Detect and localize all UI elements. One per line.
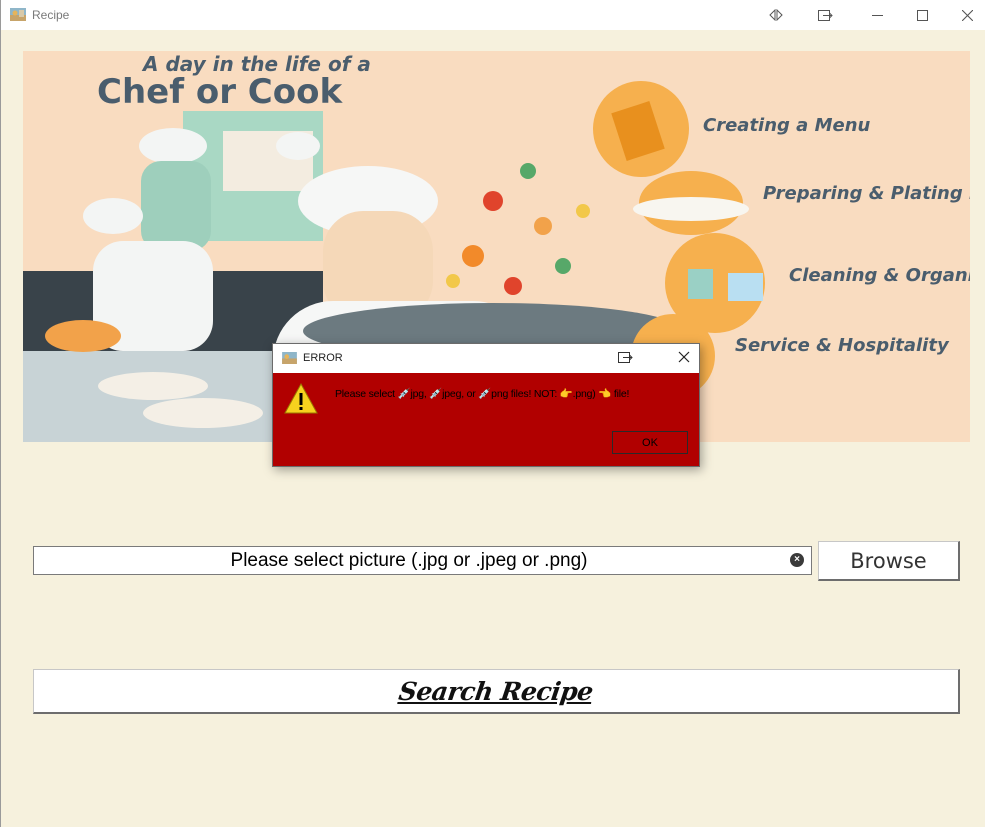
dialog-title: ERROR: [303, 352, 343, 364]
close-button[interactable]: [944, 0, 985, 30]
banner-title: Chef or Cook: [97, 72, 343, 112]
banner-task-4: Service & Hospitality: [735, 335, 950, 356]
banner-task-1: Creating a Menu: [703, 115, 871, 136]
search-recipe-button[interactable]: Search Recipe: [33, 669, 960, 714]
close-icon: [961, 9, 973, 21]
banner-task-2: Preparing & Plating Food: [763, 183, 970, 204]
app-icon: [10, 8, 26, 21]
banner-task-3: Cleaning & Organizing: [789, 265, 970, 286]
window-title: Recipe: [32, 8, 70, 22]
maximize-button[interactable]: [899, 0, 945, 30]
picture-path-field[interactable]: ×: [33, 546, 812, 575]
picture-path-input[interactable]: [34, 547, 784, 574]
dialog-message: Please select 💉jpg, 💉jpeg, or 💉png files…: [335, 388, 630, 400]
minimize-button[interactable]: [854, 0, 900, 30]
app-window: Recipe A day in the life of a Chef or Co…: [0, 0, 985, 827]
browse-button[interactable]: Browse: [818, 541, 960, 581]
maximize-icon: [916, 9, 928, 21]
pin-button[interactable]: [802, 0, 848, 30]
search-recipe-label: Search Recipe: [397, 676, 595, 706]
split-view-button[interactable]: [753, 0, 799, 30]
clear-icon[interactable]: ×: [790, 553, 804, 567]
warning-icon: [284, 382, 318, 414]
split-view-icon: [769, 9, 783, 21]
dialog-app-icon: [282, 352, 297, 364]
pin-icon[interactable]: [618, 352, 633, 363]
ok-button[interactable]: OK: [612, 431, 688, 454]
error-dialog: ERROR Please select 💉jpg, 💉jpeg, or 💉png…: [272, 343, 700, 467]
dialog-title-bar[interactable]: ERROR: [273, 344, 699, 373]
title-bar[interactable]: Recipe: [1, 0, 985, 30]
dialog-close-icon[interactable]: [677, 350, 691, 364]
minimize-icon: [871, 14, 883, 16]
pin-icon: [817, 9, 833, 21]
